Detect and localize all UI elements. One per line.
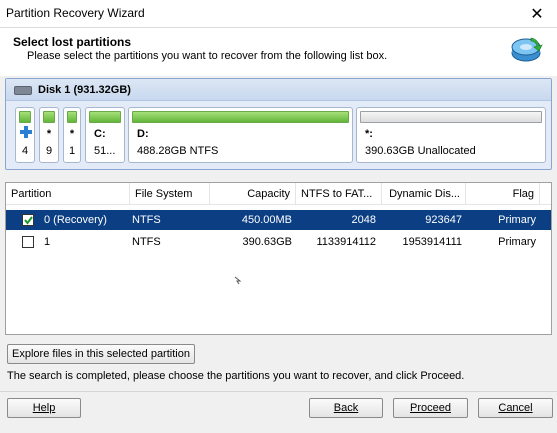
hard-disk-icon [14, 86, 32, 95]
partition-usage-bar [89, 111, 121, 123]
column-capacity[interactable]: Capacity [210, 183, 296, 205]
partition-info: 51... [94, 145, 116, 157]
partition-name: *: [365, 128, 373, 140]
cancel-button-label: Cancel [498, 402, 533, 414]
page-subtitle: Please select the partitions you want to… [27, 50, 388, 62]
cell-dynamic-disk: 1953914111 [402, 236, 462, 248]
cell-partition: 1 [44, 236, 51, 248]
page-title: Select lost partitions [13, 35, 132, 49]
cancel-button[interactable]: Cancel [478, 398, 553, 418]
cell-partition: 0 (Recovery) [44, 214, 107, 226]
column-file-system[interactable]: File System [130, 183, 210, 205]
partition-usage-bar [43, 111, 55, 123]
partition-usage-bar [132, 111, 349, 123]
column-ntfs-to-fat[interactable]: NTFS to FAT... [296, 183, 382, 205]
explore-files-button[interactable]: Explore files in this selected partition [7, 344, 195, 364]
partition-name: D: [137, 128, 149, 140]
back-button-label: Back [333, 402, 359, 414]
partition-info: 488.28GB NTFS [137, 145, 219, 157]
partition-name: C: [94, 128, 106, 140]
disk-map-panel: Disk 1 (931.32GB) 4 * 9 * 1 C: 51... D: … [5, 78, 552, 170]
partition-block[interactable]: *: 390.63GB Unallocated [356, 107, 546, 163]
mouse-cursor-icon [234, 276, 242, 285]
partition-info: 9 [45, 145, 53, 157]
partition-info: 4 [21, 145, 29, 157]
title-bar: Partition Recovery Wizard ✕ [0, 0, 557, 28]
partition-info: 1 [68, 145, 76, 157]
cell-flag: Primary [498, 236, 536, 248]
checkmark-icon [23, 215, 33, 225]
column-flag[interactable]: Flag [466, 183, 540, 205]
window-title: Partition Recovery Wizard [6, 6, 145, 20]
disk-label: Disk 1 (931.32GB) [38, 84, 131, 96]
table-row[interactable]: 1 NTFS 390.63GB 1133914112 1953914111 Pr… [6, 232, 551, 252]
partition-name: * [69, 128, 75, 140]
cell-ntfs-to-fat: 2048 [351, 214, 376, 226]
close-button[interactable]: ✕ [517, 0, 557, 28]
wizard-header: Select lost partitions Please select the… [0, 28, 557, 76]
cell-capacity: 450.00MB [241, 214, 292, 226]
table-row[interactable]: 0 (Recovery) NTFS 450.00MB 2048 923647 P… [6, 210, 551, 230]
proceed-button[interactable]: Proceed [393, 398, 468, 418]
row-checkbox[interactable] [22, 214, 34, 226]
back-button[interactable]: Back [309, 398, 383, 418]
partition-block[interactable]: * 1 [63, 107, 81, 163]
help-button[interactable]: Help [7, 398, 81, 418]
partition-block[interactable]: D: 488.28GB NTFS [128, 107, 353, 163]
partition-list[interactable]: Partition File System Capacity NTFS to F… [5, 182, 552, 335]
column-partition[interactable]: Partition [6, 183, 130, 205]
column-dynamic-disk[interactable]: Dynamic Dis... [382, 183, 466, 205]
partition-block[interactable]: C: 51... [85, 107, 125, 163]
status-text: The search is completed, please choose t… [7, 370, 465, 382]
cell-file-system: NTFS [132, 214, 161, 226]
row-checkbox[interactable] [22, 236, 34, 248]
divider [0, 391, 557, 392]
help-button-label: Help [32, 402, 56, 414]
column-header: Partition File System Capacity NTFS to F… [6, 183, 551, 205]
cell-capacity: 390.63GB [242, 236, 292, 248]
partition-block[interactable]: 4 [15, 107, 35, 163]
plus-icon [20, 126, 32, 138]
cell-ntfs-to-fat: 1133914112 [316, 236, 376, 248]
partition-info: 390.63GB Unallocated [365, 145, 476, 157]
partition-usage-bar [360, 111, 542, 123]
proceed-button-label: Proceed [410, 402, 451, 414]
cell-dynamic-disk: 923647 [425, 214, 462, 226]
partition-block[interactable]: * 9 [39, 107, 59, 163]
partition-usage-bar [19, 111, 31, 123]
disk-header: Disk 1 (931.32GB) [6, 79, 551, 101]
partition-usage-bar [67, 111, 77, 123]
cell-flag: Primary [498, 214, 536, 226]
wizard-disk-icon [511, 37, 543, 62]
cell-file-system: NTFS [132, 236, 161, 248]
partition-name: * [46, 128, 52, 140]
